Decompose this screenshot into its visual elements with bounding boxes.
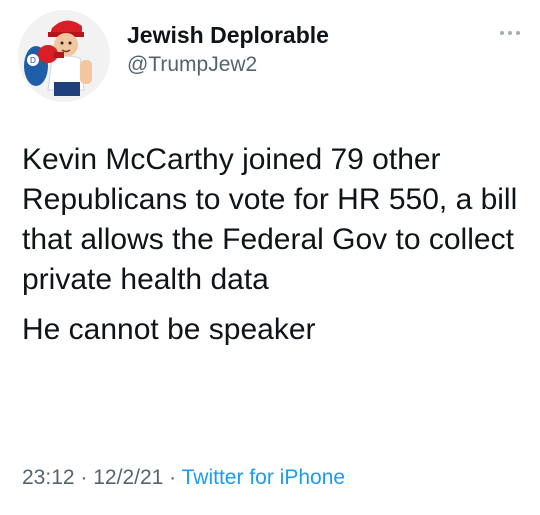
tweet-text-paragraph-1: Kevin McCarthy joined 79 other Republica… bbox=[22, 143, 518, 296]
more-options-icon-glyph bbox=[500, 31, 520, 35]
svg-text:D: D bbox=[30, 56, 36, 65]
tweet-card: D Jewish Deplorable @TrumpJew2 Kevin McC… bbox=[0, 0, 540, 515]
display-name[interactable]: Jewish Deplorable bbox=[127, 22, 329, 49]
tweet-source-link[interactable]: Twitter for iPhone bbox=[182, 466, 345, 489]
meta-separator: · bbox=[80, 466, 88, 489]
meta-separator-2: · bbox=[169, 466, 177, 489]
tweet-text: Kevin McCarthy joined 79 other Republica… bbox=[22, 140, 527, 350]
avatar[interactable]: D bbox=[18, 10, 110, 102]
tweet-text-paragraph-2: He cannot be speaker bbox=[22, 313, 316, 346]
tweet-date[interactable]: 12/2/21 bbox=[93, 466, 163, 489]
more-options-icon[interactable] bbox=[496, 24, 526, 40]
tweet-meta: 23:12 · 12/2/21 · Twitter for iPhone bbox=[22, 466, 345, 490]
tweet-time[interactable]: 23:12 bbox=[22, 466, 75, 489]
user-handle[interactable]: @TrumpJew2 bbox=[127, 53, 257, 77]
boxing-cartoon-avatar-icon: D bbox=[18, 10, 110, 102]
